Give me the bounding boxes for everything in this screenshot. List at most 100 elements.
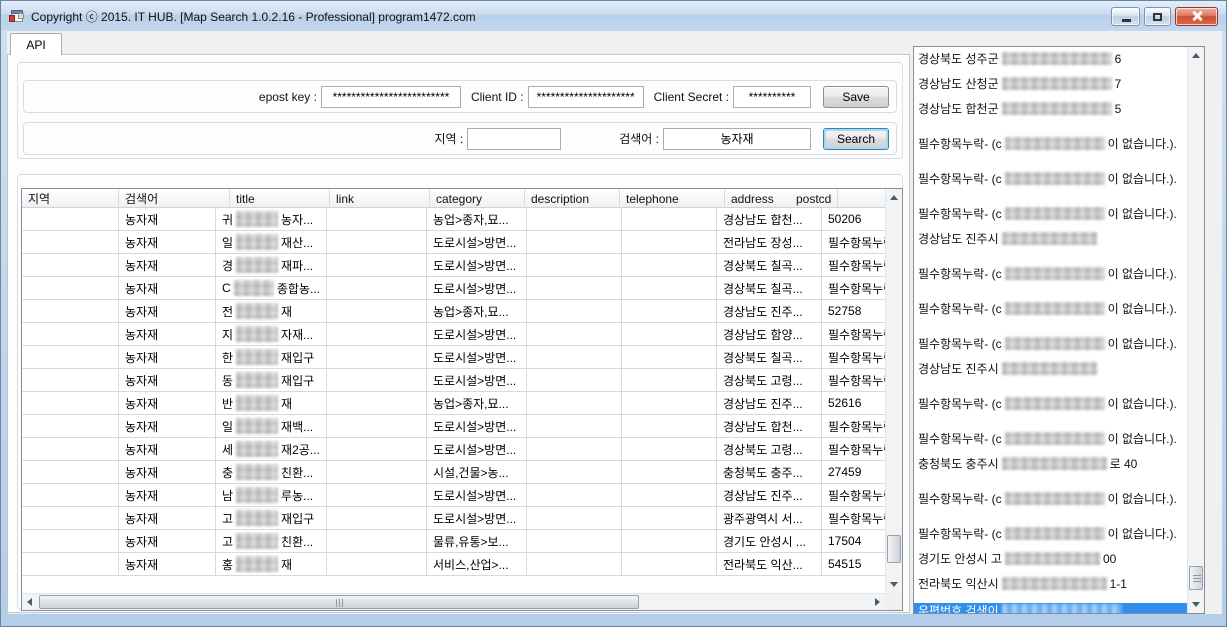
log-item[interactable]: 필수항목누락- (c이 없습니다.). [918, 522, 1187, 547]
log-item[interactable]: 필수항목누락- (c이 없습니다.). [918, 132, 1187, 157]
column-header[interactable]: category [430, 189, 525, 208]
log-item[interactable]: 우편번호 검색이 [914, 603, 1187, 613]
blurred-text [236, 510, 278, 526]
scroll-down-icon[interactable] [890, 582, 898, 587]
cell-description [527, 553, 622, 575]
log-item[interactable]: 경상남도 합천군5 [918, 97, 1187, 122]
cell-link [327, 208, 427, 230]
table-row[interactable]: 농자재 충친환... 시설,건물>농... 충청북도 충주... 27459 [22, 461, 885, 484]
log-item[interactable]: 필수항목누락- (c이 없습니다.). [918, 262, 1187, 287]
table-row[interactable]: 농자재 C종합농... 도로시설>방면... 경상북도 칠곡... 필수항목누락 [22, 277, 885, 300]
cell-keyword: 농자재 [119, 254, 216, 276]
scroll-left-icon[interactable] [27, 598, 32, 606]
column-header[interactable]: address [725, 189, 790, 208]
cell-telephone [622, 438, 717, 460]
column-header[interactable]: description [525, 189, 620, 208]
cell-link [327, 530, 427, 552]
column-header[interactable]: 지역 [22, 189, 119, 208]
table-row[interactable]: 농자재 홍재 서비스,산업>... 전라북도 익산... 54515 [22, 553, 885, 576]
log-item[interactable]: 경상남도 산청군7 [918, 72, 1187, 97]
region-input[interactable] [467, 128, 561, 150]
cell-address: 경상북도 고령... [717, 438, 822, 460]
tab-api[interactable]: API [10, 33, 62, 55]
table-vscroll-thumb[interactable] [887, 535, 901, 563]
keyword-input[interactable] [663, 128, 811, 150]
client-secret-input[interactable] [733, 86, 811, 108]
search-button[interactable]: Search [823, 128, 889, 150]
cell-title: 고재입구 [216, 507, 327, 529]
epost-key-input[interactable] [321, 86, 461, 108]
log-item[interactable]: 필수항목누락- (c이 없습니다.). [918, 167, 1187, 192]
cell-address: 경상남도 진주... [717, 300, 822, 322]
table-horizontal-scrollbar[interactable] [22, 593, 885, 610]
table-row[interactable]: 농자재 지자재... 도로시설>방면... 경상남도 함양... 필수항목누락 [22, 323, 885, 346]
cell-title: 전재 [216, 300, 327, 322]
log-vscroll-thumb[interactable] [1189, 566, 1203, 590]
log-item[interactable]: 경상남도 진주시 [918, 357, 1187, 382]
cell-category: 도로시설>방면... [427, 369, 527, 391]
table-hscroll-thumb[interactable] [39, 595, 639, 609]
table-vertical-scrollbar[interactable] [885, 189, 902, 593]
log-item[interactable]: 필수항목누락- (c이 없습니다.). [918, 427, 1187, 452]
scroll-up-icon[interactable] [1192, 53, 1200, 58]
cell-category: 도로시설>방면... [427, 484, 527, 506]
cell-description [527, 438, 622, 460]
log-item[interactable]: 경기도 안성시 고00 [918, 547, 1187, 572]
table-row[interactable]: 농자재 남루농... 도로시설>방면... 경상남도 진주... 필수항목누락 [22, 484, 885, 507]
log-item[interactable]: 필수항목누락- (c이 없습니다.). [918, 332, 1187, 357]
column-header[interactable]: link [330, 189, 430, 208]
table-row[interactable]: 농자재 일재산... 도로시설>방면... 전라남도 장성... 필수항목누락 [22, 231, 885, 254]
cell-title: 귀농자... [216, 208, 327, 230]
log-item[interactable]: 필수항목누락- (c이 없습니다.). [918, 202, 1187, 227]
close-button[interactable] [1175, 7, 1218, 26]
minimize-button[interactable] [1111, 7, 1140, 26]
cell-category: 도로시설>방면... [427, 254, 527, 276]
cell-category: 도로시설>방면... [427, 323, 527, 345]
scroll-right-icon[interactable] [875, 598, 880, 606]
column-header[interactable]: telephone [620, 189, 725, 208]
table-row[interactable]: 농자재 귀농자... 농업>종자,묘... 경상남도 합천... 50206 [22, 208, 885, 231]
cell-address: 경상남도 진주... [717, 484, 822, 506]
log-item[interactable]: 필수항목누락- (c이 없습니다.). [918, 487, 1187, 512]
client-id-input[interactable] [528, 86, 644, 108]
blurred-text [1005, 492, 1105, 505]
table-row[interactable]: 농자재 반재 농업>종자,묘... 경상남도 진주... 52616 [22, 392, 885, 415]
blurred-text [236, 464, 278, 480]
blurred-text [236, 487, 278, 503]
cell-keyword: 농자재 [119, 461, 216, 483]
save-button[interactable]: Save [823, 86, 889, 108]
table-row[interactable]: 농자재 고재입구 도로시설>방면... 광주광역시 서... 필수항목누락 [22, 507, 885, 530]
title-bar[interactable]: Copyright ⓒ 2015. IT HUB. [Map Search 1.… [1, 1, 1226, 31]
table-row[interactable]: 농자재 전재 농업>종자,묘... 경상남도 진주... 52758 [22, 300, 885, 323]
log-item[interactable]: 필수항목누락- (c이 없습니다.). [918, 392, 1187, 417]
log-vertical-scrollbar[interactable] [1187, 47, 1204, 613]
cell-description [527, 507, 622, 529]
table-row[interactable]: 농자재 한재입구 도로시설>방면... 경상북도 칠곡... 필수항목누락 [22, 346, 885, 369]
log-item[interactable]: 경상북도 성주군6 [918, 47, 1187, 72]
cell-keyword: 농자재 [119, 231, 216, 253]
cell-description [527, 208, 622, 230]
cell-region [22, 300, 119, 322]
table-row[interactable]: 농자재 고친환... 물류,유통>보... 경기도 안성시 ... 17504 [22, 530, 885, 553]
cell-postcd: 27459 [822, 461, 885, 483]
cell-region [22, 507, 119, 529]
log-item[interactable]: 충청북도 충주시로 40 [918, 452, 1187, 477]
table-row[interactable]: 농자재 동재입구 도로시설>방면... 경상북도 고령... 필수항목누락 [22, 369, 885, 392]
column-header[interactable]: 검색어 [119, 189, 230, 208]
scroll-down-icon[interactable] [1192, 602, 1200, 607]
cell-title: 일재백... [216, 415, 327, 437]
table-row[interactable]: 농자재 세재2공... 도로시설>방면... 경상북도 고령... 필수항목누락 [22, 438, 885, 461]
table-row[interactable]: 농자재 일재백... 도로시설>방면... 경상남도 합천... 필수항목누락 [22, 415, 885, 438]
cell-category: 도로시설>방면... [427, 346, 527, 368]
table-row[interactable]: 농자재 경재파... 도로시설>방면... 경상북도 칠곡... 필수항목누락 [22, 254, 885, 277]
maximize-button[interactable] [1144, 7, 1171, 26]
close-icon [1191, 10, 1203, 22]
cell-title: 고친환... [216, 530, 327, 552]
log-item[interactable]: 전라북도 익산시1-1 [918, 572, 1187, 597]
scroll-up-icon[interactable] [890, 195, 898, 200]
column-header[interactable]: postcd [790, 189, 838, 208]
column-header[interactable]: title [230, 189, 330, 208]
log-item[interactable]: 필수항목누락- (c이 없습니다.). [918, 297, 1187, 322]
log-item[interactable]: 경상남도 진주시 [918, 227, 1187, 252]
minimize-icon [1122, 19, 1131, 22]
